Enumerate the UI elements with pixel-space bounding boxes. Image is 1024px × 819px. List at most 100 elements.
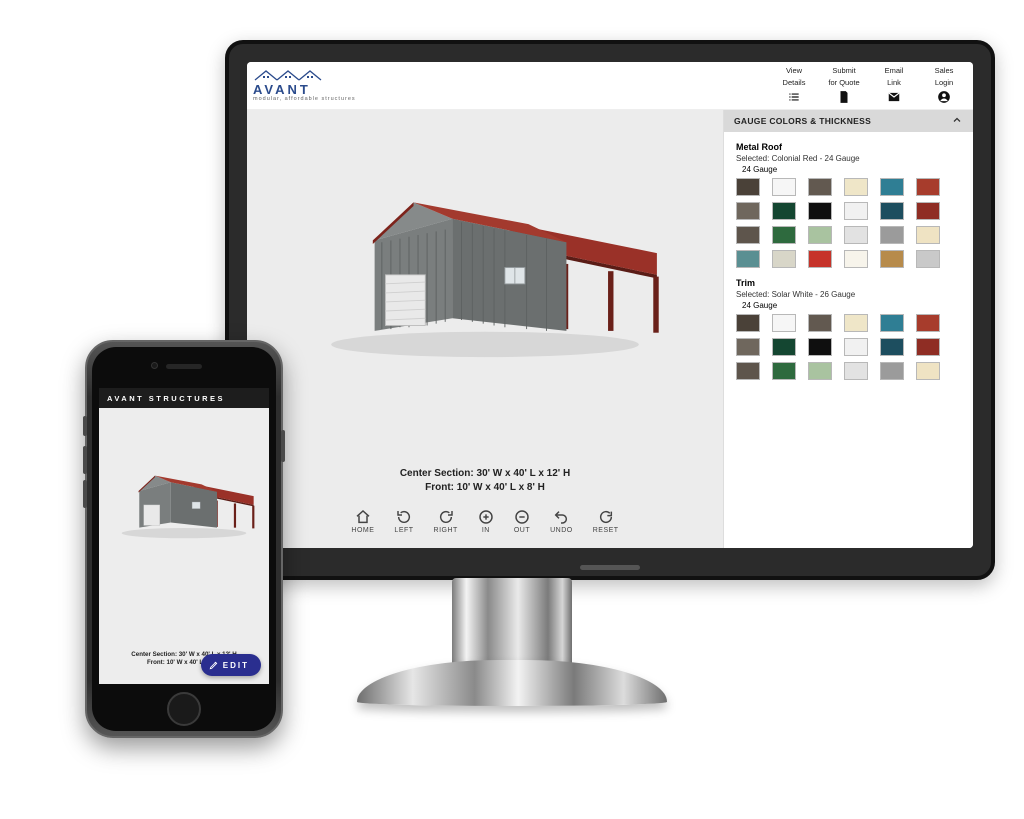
roof-swatch[interactable]: [808, 226, 832, 244]
roof-group: 24 Gauge: [742, 165, 961, 174]
trim-swatch[interactable]: [808, 362, 832, 380]
trim-swatch-grid: [736, 314, 961, 380]
dims-line-1: Center Section: 30' W x 40' L x 12' H: [400, 467, 570, 481]
sales-login-button[interactable]: Sales Login: [927, 67, 961, 104]
building-render-icon: [107, 458, 261, 542]
roof-swatch[interactable]: [736, 202, 760, 220]
reset-button[interactable]: RESET: [593, 509, 619, 534]
trim-swatch[interactable]: [808, 338, 832, 356]
sales-login-label1: Sales: [935, 67, 954, 75]
sales-login-label2: Login: [935, 79, 953, 87]
undo-button[interactable]: UNDO: [550, 509, 573, 534]
trim-swatch[interactable]: [844, 314, 868, 332]
rotate-left-button[interactable]: LEFT: [394, 509, 413, 534]
list-icon: [787, 90, 801, 104]
model-3d-view[interactable]: [273, 148, 697, 378]
trim-swatch[interactable]: [844, 362, 868, 380]
roof-swatch[interactable]: [808, 250, 832, 268]
home-icon: [355, 509, 371, 525]
viewer-controls: HOME LEFT RIGHT IN: [351, 509, 618, 540]
trim-swatch[interactable]: [808, 314, 832, 332]
rotate-right-icon: [438, 509, 454, 525]
edit-button[interactable]: EDIT: [201, 654, 261, 676]
home-view-button[interactable]: HOME: [351, 509, 374, 534]
zoom-in-button[interactable]: IN: [478, 509, 494, 534]
viewer-pane: Center Section: 30' W x 40' L x 12' H Fr…: [247, 110, 723, 548]
desktop-body: Center Section: 30' W x 40' L x 12' H Fr…: [247, 110, 973, 548]
phone-app-title: AVANT STRUCTURES: [99, 388, 269, 408]
submit-quote-button[interactable]: Submit for Quote: [827, 67, 861, 104]
roof-swatch[interactable]: [844, 178, 868, 196]
roof-swatch[interactable]: [736, 250, 760, 268]
roof-swatch-grid: [736, 178, 961, 268]
undo-label: UNDO: [550, 527, 573, 534]
panel-body: Metal Roof Selected: Colonial Red - 24 G…: [724, 132, 973, 548]
roof-swatch[interactable]: [844, 202, 868, 220]
trim-swatch[interactable]: [844, 338, 868, 356]
trim-swatch[interactable]: [880, 362, 904, 380]
email-link-label1: Email: [885, 67, 904, 75]
building-render-icon: [295, 159, 675, 367]
roof-swatch[interactable]: [772, 226, 796, 244]
roof-swatch[interactable]: [880, 226, 904, 244]
trim-swatch[interactable]: [772, 314, 796, 332]
reset-label: RESET: [593, 527, 619, 534]
roof-swatch[interactable]: [736, 178, 760, 196]
roof-swatch[interactable]: [916, 202, 940, 220]
side-panel: GAUGE COLORS & THICKNESS Metal Roof Sele…: [723, 110, 973, 548]
zoom-out-icon: [514, 509, 530, 525]
trim-group: 24 Gauge: [742, 301, 961, 310]
roof-heading: Metal Roof: [736, 142, 961, 152]
roof-swatch[interactable]: [772, 178, 796, 196]
rotate-left-icon: [396, 509, 412, 525]
monitor-stand-base: [357, 660, 667, 706]
trim-swatch[interactable]: [880, 314, 904, 332]
phone-home-button[interactable]: [167, 692, 201, 726]
monitor-frame: AVANT modular, affordable structures Vie…: [225, 40, 995, 580]
edit-label: EDIT: [223, 661, 249, 670]
roof-swatch[interactable]: [880, 250, 904, 268]
in-label: IN: [482, 527, 490, 534]
trim-heading: Trim: [736, 278, 961, 288]
roof-swatch[interactable]: [736, 226, 760, 244]
left-label: LEFT: [394, 527, 413, 534]
trim-selected: Selected: Solar White - 26 Gauge: [736, 290, 961, 299]
desktop-topbar: AVANT modular, affordable structures Vie…: [247, 62, 973, 110]
roof-swatch[interactable]: [808, 202, 832, 220]
phone-side-button: [83, 446, 87, 474]
roof-swatch[interactable]: [808, 178, 832, 196]
logo-roof-icon: [253, 69, 323, 81]
panel-header[interactable]: GAUGE COLORS & THICKNESS: [724, 110, 973, 132]
rotate-right-button[interactable]: RIGHT: [434, 509, 458, 534]
roof-swatch[interactable]: [844, 226, 868, 244]
phone-viewer: Center Section: 30' W x 40' L x 12' H Fr…: [99, 408, 269, 684]
roof-swatch[interactable]: [844, 250, 868, 268]
phone-speaker: [166, 364, 202, 369]
trim-swatch[interactable]: [880, 338, 904, 356]
trim-swatch[interactable]: [916, 338, 940, 356]
roof-swatch[interactable]: [916, 226, 940, 244]
roof-swatch[interactable]: [880, 178, 904, 196]
submit-quote-label2: for Quote: [828, 79, 859, 87]
email-link-label2: Link: [887, 79, 901, 87]
trim-swatch[interactable]: [736, 338, 760, 356]
view-details-button[interactable]: View Details: [777, 67, 811, 104]
roof-swatch[interactable]: [916, 250, 940, 268]
roof-selected: Selected: Colonial Red - 24 Gauge: [736, 154, 961, 163]
trim-swatch[interactable]: [772, 338, 796, 356]
roof-swatch[interactable]: [772, 202, 796, 220]
phone-side-button: [83, 480, 87, 508]
brand-tagline: modular, affordable structures: [253, 96, 356, 102]
roof-swatch[interactable]: [772, 250, 796, 268]
trim-swatch[interactable]: [772, 362, 796, 380]
trim-swatch[interactable]: [916, 314, 940, 332]
phone-screen: AVANT STRUCTURES: [99, 388, 269, 684]
roof-swatch[interactable]: [880, 202, 904, 220]
trim-swatch[interactable]: [736, 362, 760, 380]
phone-model-view[interactable]: [107, 430, 261, 570]
trim-swatch[interactable]: [736, 314, 760, 332]
trim-swatch[interactable]: [916, 362, 940, 380]
zoom-out-button[interactable]: OUT: [514, 509, 530, 534]
roof-swatch[interactable]: [916, 178, 940, 196]
email-link-button[interactable]: Email Link: [877, 67, 911, 104]
